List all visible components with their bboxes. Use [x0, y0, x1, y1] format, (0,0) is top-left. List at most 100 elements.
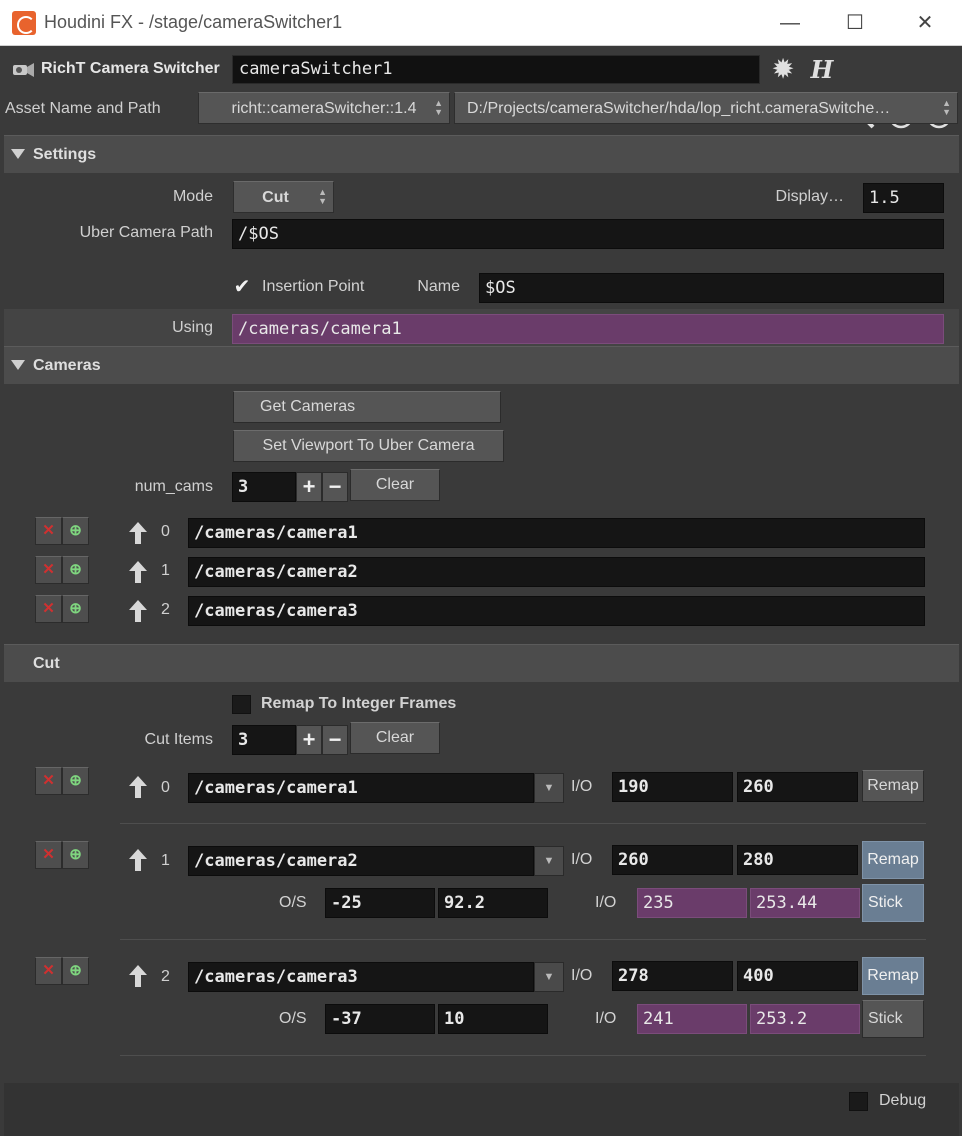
insert-item-icon[interactable]: ⊕	[62, 841, 89, 869]
computed-out-field[interactable]: 253.2	[750, 1004, 860, 1034]
node-header: RichT Camera Switcher cameraSwitcher1 ✹ …	[0, 47, 962, 129]
asset-path-combo[interactable]: D:/Projects/cameraSwitcher/hda/lop_richt…	[454, 92, 958, 124]
delete-item-icon[interactable]: ✕	[35, 767, 62, 795]
spin-arrows-icon: ▲ ▼	[434, 98, 443, 117]
settings-folder-header[interactable]: Settings	[4, 135, 959, 173]
collapse-triangle-icon	[11, 360, 25, 370]
out-field[interactable]: 280	[737, 845, 858, 875]
remap-button[interactable]: Remap	[862, 841, 924, 879]
os-offset-field[interactable]: -25	[325, 888, 435, 918]
maximize-button[interactable]: ☐	[840, 8, 870, 38]
node-name-input[interactable]: cameraSwitcher1	[232, 55, 760, 84]
os-scale-field[interactable]: 92.2	[438, 888, 548, 918]
move-up-arrow-icon[interactable]	[128, 848, 148, 872]
clear-cut-items-button[interactable]: Clear	[350, 722, 440, 754]
remove-cut-item-button[interactable]: −	[322, 725, 348, 755]
get-cameras-button[interactable]: Get Cameras	[233, 391, 501, 423]
os-label: O/S	[279, 1010, 307, 1027]
delete-item-icon[interactable]: ✕	[35, 841, 62, 869]
insert-item-icon[interactable]: ⊕	[62, 767, 89, 795]
computed-in-field[interactable]: 235	[637, 888, 747, 918]
add-cut-item-button[interactable]: +	[296, 725, 322, 755]
using-label: Using	[172, 319, 213, 336]
chevron-down-icon[interactable]: ▼	[534, 846, 564, 876]
stick-button[interactable]: Stick	[862, 884, 924, 922]
in-field[interactable]: 278	[612, 961, 733, 991]
cut-camera-field[interactable]: /cameras/camera1	[188, 773, 534, 803]
debug-checkbox[interactable]	[849, 1092, 868, 1111]
divider	[120, 939, 926, 940]
insert-item-icon[interactable]: ⊕	[62, 595, 89, 623]
cut-folder-header[interactable]: Cut	[4, 644, 959, 682]
camera-path-field[interactable]: /cameras/camera2	[188, 557, 925, 587]
display-field[interactable]: 1.5	[863, 183, 944, 213]
out-field[interactable]: 400	[737, 961, 858, 991]
cut-item-index: 2	[161, 968, 170, 985]
move-up-arrow-icon[interactable]	[128, 775, 148, 799]
os-label: O/S	[279, 894, 307, 911]
remap-button[interactable]: Remap	[862, 770, 924, 802]
delete-item-icon[interactable]: ✕	[35, 957, 62, 985]
cut-camera-field[interactable]: /cameras/camera2	[188, 846, 534, 876]
chevron-down-icon[interactable]: ▼	[534, 962, 564, 992]
move-up-arrow-icon[interactable]	[128, 560, 148, 584]
remap-button[interactable]: Remap	[862, 957, 924, 995]
mode-label: Mode	[172, 188, 213, 205]
cut-items-field[interactable]: 3	[232, 725, 296, 755]
os-scale-field[interactable]: 10	[438, 1004, 548, 1034]
camera-index: 0	[161, 523, 170, 540]
delete-item-icon[interactable]: ✕	[35, 517, 62, 545]
uber-camera-path-field[interactable]: /$OS	[232, 219, 944, 249]
settings-folder-label: Settings	[33, 146, 97, 163]
cut-camera-field[interactable]: /cameras/camera3	[188, 962, 534, 992]
remap-integer-frames-checkbox[interactable]	[232, 695, 251, 714]
insert-item-icon[interactable]: ⊕	[62, 556, 89, 584]
in-field[interactable]: 190	[612, 772, 733, 802]
asset-name-value: richt::cameraSwitcher::1.4	[231, 100, 417, 117]
move-up-arrow-icon[interactable]	[128, 964, 148, 988]
io-label: I/O	[571, 967, 593, 984]
spin-arrows-icon: ▲ ▼	[318, 187, 327, 206]
delete-item-icon[interactable]: ✕	[35, 595, 62, 623]
uber-camera-path-label: Uber Camera Path	[79, 224, 213, 241]
io-label: I/O	[571, 778, 593, 795]
camera-path-field[interactable]: /cameras/camera1	[188, 518, 925, 548]
move-up-arrow-icon[interactable]	[128, 521, 148, 545]
insert-item-icon[interactable]: ⊕	[62, 517, 89, 545]
houdini-h-icon[interactable]: H	[807, 55, 837, 85]
houdini-app-icon	[12, 11, 36, 35]
minimize-button[interactable]: —	[775, 8, 805, 38]
insert-item-icon[interactable]: ⊕	[62, 957, 89, 985]
remove-camera-button[interactable]: −	[322, 472, 348, 502]
delete-item-icon[interactable]: ✕	[35, 556, 62, 584]
os-offset-field[interactable]: -37	[325, 1004, 435, 1034]
add-camera-button[interactable]: +	[296, 472, 322, 502]
move-up-arrow-icon[interactable]	[128, 599, 148, 623]
insertion-point-checkbox[interactable]: ✔	[231, 277, 253, 297]
name-field[interactable]: $OS	[479, 273, 944, 303]
title-bar: Houdini FX - /stage/cameraSwitcher1 — ☐ …	[0, 0, 962, 46]
clear-cameras-button[interactable]: Clear	[350, 469, 440, 501]
set-viewport-button[interactable]: Set Viewport To Uber Camera	[233, 430, 504, 462]
footer-bar	[4, 1083, 959, 1136]
mode-select[interactable]: Cut ▲ ▼	[233, 181, 334, 213]
close-button[interactable]: ✕	[910, 8, 940, 38]
asset-path-value: D:/Projects/cameraSwitcher/hda/lop_richt…	[467, 100, 891, 117]
num-cams-field[interactable]: 3	[232, 472, 296, 502]
stick-button[interactable]: Stick	[862, 1000, 924, 1038]
computed-in-field[interactable]: 241	[637, 1004, 747, 1034]
cut-items-label: Cut Items	[144, 731, 213, 748]
computed-out-field[interactable]: 253.44	[750, 888, 860, 918]
in-field[interactable]: 260	[612, 845, 733, 875]
using-field[interactable]: /cameras/camera1	[232, 314, 944, 344]
mode-value: Cut	[262, 189, 289, 206]
display-label: Display…	[775, 188, 844, 205]
out-field[interactable]: 260	[737, 772, 858, 802]
window-title: Houdini FX - /stage/cameraSwitcher1	[44, 12, 343, 32]
node-type-label: RichT Camera Switcher	[41, 60, 220, 77]
gear-icon[interactable]: ✹	[768, 55, 798, 85]
cameras-folder-header[interactable]: Cameras	[4, 346, 959, 384]
asset-name-combo[interactable]: richt::cameraSwitcher::1.4 ▲ ▼	[198, 92, 450, 124]
chevron-down-icon[interactable]: ▼	[534, 773, 564, 803]
camera-path-field[interactable]: /cameras/camera3	[188, 596, 925, 626]
